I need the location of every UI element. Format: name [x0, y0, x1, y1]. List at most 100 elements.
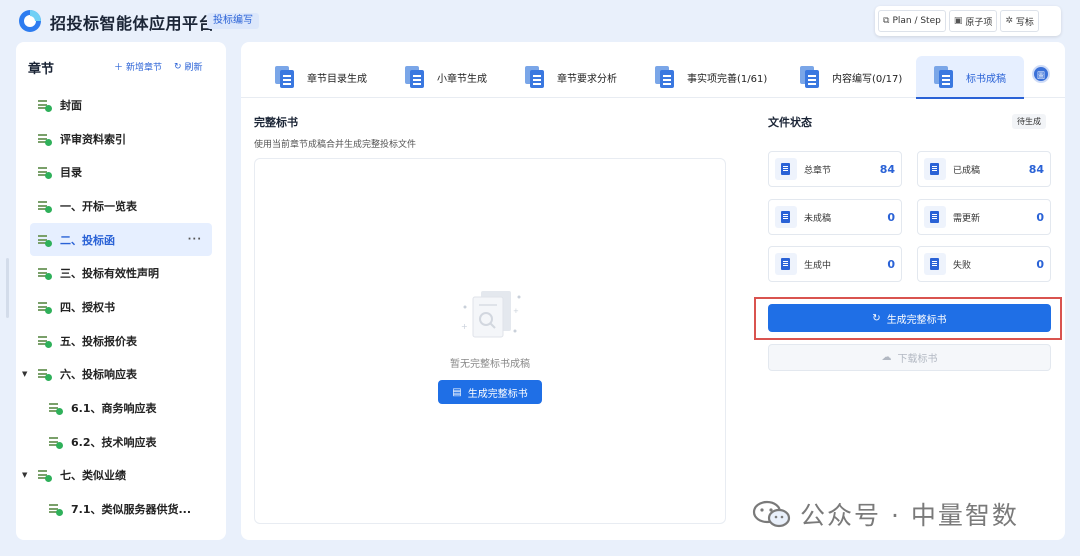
tree-item-review-index[interactable]: 评审资料索引	[16, 122, 226, 156]
document-icon	[271, 64, 297, 90]
chapter-done-icon	[38, 267, 52, 281]
app-header: 招投标智能体应用平台 投标编写 ⧉ Plan / Step ▣ 原子项 ✲ 写标	[0, 0, 1080, 42]
svg-text:+: +	[513, 307, 519, 315]
status-badge: 待生成	[1012, 114, 1046, 129]
refresh-icon: ↻	[872, 312, 881, 324]
tree-item-bid-letter[interactable]: 二、投标函 ···	[30, 222, 212, 257]
generate-bid-label: 生成完整标书	[467, 388, 528, 400]
tree-item-similar-performance[interactable]: ▼ 七、类似业绩	[16, 459, 226, 493]
tree-item-server-supply[interactable]: 7.1、类似服务器供货...	[16, 492, 226, 526]
tree-item-label: 7.1、类似服务器供货...	[71, 503, 192, 517]
write-bid-button[interactable]: ✲ 写标	[1000, 10, 1039, 32]
document-icon	[775, 158, 797, 180]
plan-step-label: Plan / Step	[892, 16, 941, 26]
plus-icon: ＋	[114, 63, 124, 73]
tree-item-label: 一、开标一览表	[60, 199, 137, 213]
tab-requirement-analysis[interactable]: 章节要求分析	[521, 56, 617, 98]
stat-label: 需更新	[953, 213, 981, 224]
avatar[interactable]: 圖	[1032, 65, 1050, 83]
svg-text:+: +	[461, 322, 468, 331]
chapter-done-icon	[38, 200, 52, 213]
document-icon	[924, 158, 946, 180]
chapter-done-icon	[49, 436, 63, 449]
tab-label: 章节目录生成	[307, 73, 367, 85]
document-icon	[924, 253, 946, 275]
tab-content-writing[interactable]: 内容编写(0/17)	[796, 56, 902, 98]
sidebar-title: 章节	[28, 62, 55, 77]
wechat-icon	[752, 500, 791, 528]
atom-items-label: 原子项	[965, 17, 993, 28]
app-title: 招投标智能体应用平台	[50, 14, 216, 33]
plan-step-button[interactable]: ⧉ Plan / Step	[878, 10, 946, 32]
tree-item-label: 七、类似业绩	[60, 469, 126, 483]
tab-label: 小章节生成	[437, 73, 487, 85]
chapter-done-icon	[38, 99, 52, 112]
document-icon	[775, 253, 797, 275]
tree-item-label: 目录	[60, 166, 82, 180]
tree-item-label: 三、投标有效性声明	[60, 267, 159, 281]
tab-label: 内容编写(0/17)	[832, 73, 903, 85]
tab-fact-items[interactable]: 事实项完善(1/61)	[651, 56, 767, 98]
chapter-done-icon	[49, 503, 63, 517]
tree-item-toc[interactable]: 目录	[16, 155, 226, 189]
refresh-icon: ↻	[174, 61, 182, 72]
stat-label: 生成中	[804, 260, 832, 271]
tree-item-validity[interactable]: 三、投标有效性声明	[16, 256, 226, 290]
stat-needs-update: 需更新 0	[917, 199, 1051, 235]
empty-state-card: + + 暂无完整标书成稿 ▤ 生成完整标书	[254, 158, 726, 524]
empty-document-icon: + +	[461, 291, 521, 338]
tree-item-label: 五、投标报价表	[60, 334, 137, 348]
chapter-done-icon	[38, 133, 52, 146]
refresh-label: 刷新	[184, 63, 203, 73]
document-icon	[775, 206, 797, 228]
add-chapter-button[interactable]: ＋ 新增章节	[114, 60, 162, 73]
complete-bid-title: 完整标书	[254, 116, 298, 129]
stat-value: 0	[887, 210, 895, 224]
mode-badge: 投标编写	[207, 13, 259, 29]
tree-item-label: 评审资料索引	[60, 132, 126, 146]
stat-drafted: 已成稿 84	[917, 151, 1051, 187]
caret-down-icon[interactable]: ▼	[22, 370, 27, 378]
more-options-icon[interactable]: ···	[188, 234, 202, 245]
tree-item-response[interactable]: ▼ 六、投标响应表	[16, 358, 226, 392]
refresh-button[interactable]: ↻ 刷新	[174, 60, 203, 74]
tree-item-quote[interactable]: 五、投标报价表	[16, 324, 226, 358]
document-icon	[401, 64, 427, 90]
chapter-done-icon	[38, 301, 52, 314]
tree-item-label: 二、投标函	[60, 233, 115, 247]
tree-item-tech-response[interactable]: 6.2、技术响应表	[16, 425, 226, 459]
generate-full-bid-button[interactable]: ↻ 生成完整标书	[768, 304, 1051, 332]
tab-label: 事实项完善(1/61)	[687, 73, 768, 85]
generate-bid-button[interactable]: ▤ 生成完整标书	[438, 380, 542, 404]
tree-item-label: 6.1、商务响应表	[71, 402, 157, 416]
tab-final-draft[interactable]: 标书成稿	[916, 56, 1024, 99]
watermark: 公众号 · 中量智数	[752, 494, 1019, 534]
tree-item-business-response[interactable]: 6.1、商务响应表	[16, 391, 226, 425]
caret-down-icon[interactable]: ▼	[22, 471, 27, 479]
tree-item-authorization[interactable]: 四、授权书	[16, 290, 226, 324]
chapter-done-icon	[38, 469, 52, 483]
tree-item-label: 六、投标响应表	[60, 368, 137, 382]
box-icon: ▣	[953, 16, 963, 26]
sidebar-header: 章节 ＋ 新增章节 ↻ 刷新	[16, 42, 226, 88]
document-icon	[651, 64, 677, 90]
download-bid-button[interactable]: ☁ 下载标书	[768, 344, 1051, 371]
sidebar-resize-handle[interactable]	[6, 258, 9, 318]
stat-label: 已成稿	[953, 165, 981, 176]
tree-item-label: 封面	[60, 98, 82, 112]
tree-item-label: 6.2、技术响应表	[71, 435, 157, 449]
atom-items-button[interactable]: ▣ 原子项	[948, 10, 998, 32]
stat-value: 0	[1036, 210, 1044, 224]
chapter-done-icon	[38, 335, 52, 348]
tree-item-opening-list[interactable]: 一、开标一览表	[16, 189, 226, 223]
tab-chapter-toc[interactable]: 章节目录生成	[271, 56, 367, 98]
tab-label: 标书成稿	[966, 73, 1006, 85]
chapter-done-icon	[49, 402, 63, 416]
download-bid-label: 下载标书	[897, 354, 938, 365]
tree-item-cover[interactable]: 封面	[16, 88, 226, 122]
tab-sub-chapter[interactable]: 小章节生成	[401, 56, 487, 98]
empty-state-text: 暂无完整标书成稿	[450, 359, 530, 370]
main-panel: 章节目录生成 小章节生成 章节要求分析 事实项完善(1/61) 内容编写(0/1…	[241, 42, 1065, 540]
stat-value: 84	[1028, 162, 1044, 176]
file-status-title: 文件状态	[768, 116, 812, 129]
